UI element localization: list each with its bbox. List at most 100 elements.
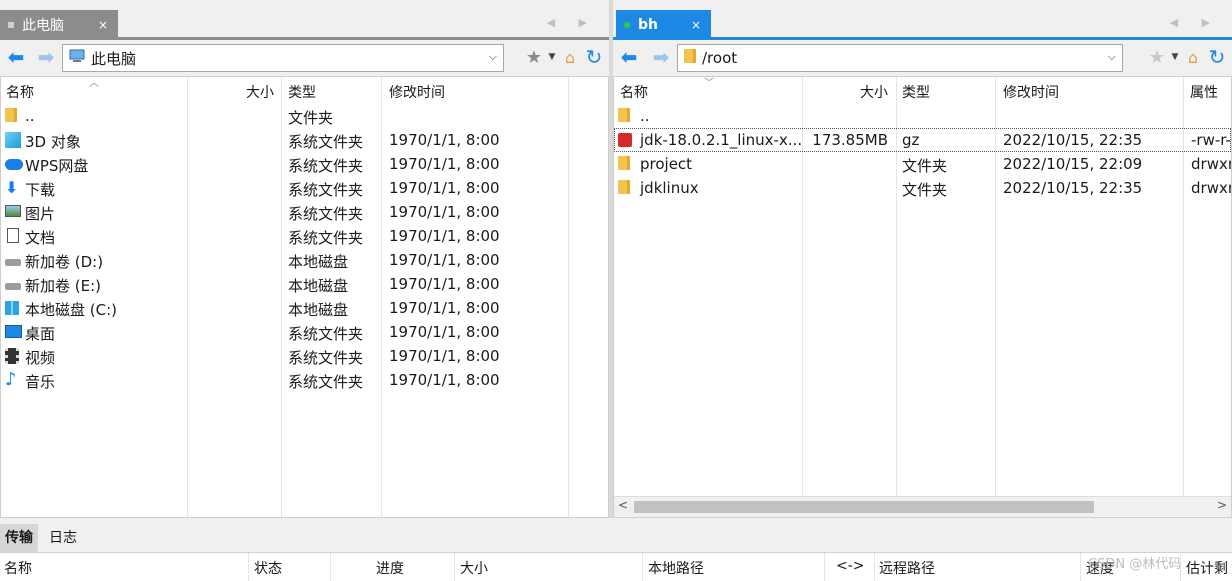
file-modified: 2022/10/15, 22:09 [1003, 155, 1143, 173]
file-name: 图片 [25, 205, 56, 223]
tab-this-pc[interactable]: 此电脑 × [0, 10, 118, 40]
left-tabbar: 此电脑 × ◀ ▶ [0, 0, 609, 40]
column-attributes[interactable]: 属性 [1190, 82, 1218, 102]
bookmark-dropdown-icon[interactable]: ▼ [547, 46, 557, 68]
file-modified: 1970/1/1, 8:00 [389, 203, 500, 221]
file-type: 文件夹 [288, 109, 334, 127]
left-file-list[interactable]: ︿ 名称 大小 类型 修改时间 .. 文件夹 3D 对象 系统文件夹 1970/1/1,… [0, 76, 609, 518]
file-row[interactable]: WPS网盘 系统文件夹 1970/1/1, 8:00 [1, 152, 608, 176]
refresh-icon[interactable]: ↻ [1206, 45, 1228, 69]
file-type: 系统文件夹 [288, 325, 364, 343]
right-tabbar: bh × ◀ ▶ [613, 0, 1232, 40]
tab-label: 此电脑 [22, 18, 64, 34]
file-name: WPS网盘 [25, 157, 89, 175]
folder-icon [684, 49, 696, 67]
file-row[interactable]: 本地磁盘 (C:) 本地磁盘 1970/1/1, 8:00 [1, 296, 608, 320]
home-folder-icon[interactable]: ⌂ [559, 46, 581, 68]
column-name[interactable]: 名称 [6, 82, 34, 102]
refresh-icon[interactable]: ↻ [583, 45, 605, 69]
address-bar[interactable]: /root ⌵ [677, 44, 1123, 72]
file-modified: 1970/1/1, 8:00 [389, 251, 500, 269]
column-divider [642, 553, 643, 581]
connected-indicator-icon [624, 22, 630, 28]
scroll-right-icon[interactable]: > [1217, 498, 1227, 512]
transfer-column-progress[interactable]: 进度 [376, 558, 404, 578]
file-row[interactable]: 新加卷 (E:) 本地磁盘 1970/1/1, 8:00 [1, 272, 608, 296]
file-row[interactable]: 3D 对象 系统文件夹 1970/1/1, 8:00 [1, 128, 608, 152]
file-row[interactable]: jdk-18.0.2.1_linux-x... 173.85MB gz 2022/10… [614, 128, 1231, 152]
file-row[interactable]: 视频 系统文件夹 1970/1/1, 8:00 [1, 344, 608, 368]
file-row[interactable]: project 文件夹 2022/10/15, 22:09 drwxr [614, 152, 1231, 176]
address-bar[interactable]: 此电脑 ⌵ [62, 44, 504, 72]
column-divider [874, 553, 875, 581]
file-row[interactable]: jdklinux 文件夹 2022/10/15, 22:35 drwxr [614, 176, 1231, 200]
file-row[interactable]: ♪ 音乐 系统文件夹 1970/1/1, 8:00 [1, 368, 608, 392]
column-modified[interactable]: 修改时间 [389, 82, 445, 102]
file-modified: 2022/10/15, 22:35 [1003, 179, 1143, 197]
column-size[interactable]: 大小 [860, 82, 888, 102]
tab-label: bh [638, 17, 658, 33]
tab-bh[interactable]: bh × [616, 10, 711, 40]
forward-arrow-icon[interactable]: ➡ [34, 45, 58, 69]
transfer-column-local-path[interactable]: 本地路径 [648, 558, 704, 578]
column-type[interactable]: 类型 [288, 82, 316, 102]
home-folder-icon[interactable]: ⌂ [1182, 46, 1204, 68]
archive-icon [618, 132, 634, 148]
scrollbar-thumb[interactable] [634, 501, 1094, 513]
back-arrow-icon[interactable]: ⬅ [4, 45, 28, 69]
right-file-list[interactable]: ﹀ 名称 大小 类型 修改时间 属性 .. jdk-18.0.2.1_linux-… [613, 76, 1232, 518]
bookmark-star-icon[interactable]: ★ [1146, 46, 1168, 68]
column-type[interactable]: 类型 [902, 82, 930, 102]
column-divider [330, 553, 331, 581]
chevron-down-icon[interactable]: ⌵ [489, 50, 497, 64]
tab-scroll-arrows-icon[interactable]: ◀ ▶ [1170, 16, 1220, 29]
column-divider [1080, 553, 1081, 581]
close-tab-icon[interactable]: × [691, 18, 701, 32]
forward-arrow-icon[interactable]: ➡ [649, 45, 673, 69]
file-row[interactable]: 桌面 系统文件夹 1970/1/1, 8:00 [1, 320, 608, 344]
transfer-column-status[interactable]: 状态 [254, 558, 282, 578]
column-modified[interactable]: 修改时间 [1003, 82, 1059, 102]
file-type: 文件夹 [902, 181, 948, 199]
file-row[interactable]: 图片 系统文件夹 1970/1/1, 8:00 [1, 200, 608, 224]
tab-transfer[interactable]: 传输 [0, 524, 38, 552]
transfer-column-remote-path[interactable]: 远程路径 [879, 558, 935, 578]
cloud-icon [5, 156, 23, 172]
file-type: 系统文件夹 [288, 133, 364, 151]
file-size: 173.85MB [812, 131, 888, 149]
right-list-header: ﹀ 名称 大小 类型 修改时间 属性 [614, 77, 1231, 103]
tab-log[interactable]: 日志 [44, 524, 82, 552]
scroll-left-icon[interactable]: < [618, 498, 628, 512]
transfer-column-eta[interactable]: 估计剩 [1186, 558, 1228, 578]
transfer-column-size[interactable]: 大小 [460, 558, 488, 578]
column-size[interactable]: 大小 [246, 82, 274, 102]
back-arrow-icon[interactable]: ⬅ [617, 45, 641, 69]
bookmark-star-icon[interactable]: ★ [523, 46, 545, 68]
download-icon: ⬇ [5, 178, 19, 197]
transfer-column-name[interactable]: 名称 [4, 558, 32, 578]
file-type: gz [902, 131, 920, 149]
folder-icon [618, 156, 634, 172]
file-attributes: -rw-r-- [1191, 131, 1232, 149]
file-name: jdk-18.0.2.1_linux-x... [640, 131, 803, 149]
address-text: /root [702, 49, 738, 67]
music-icon: ♪ [5, 369, 17, 390]
file-modified: 1970/1/1, 8:00 [389, 371, 500, 389]
bookmark-dropdown-icon[interactable]: ▼ [1170, 46, 1180, 68]
transfer-column-direction[interactable]: <-> [836, 558, 865, 574]
column-divider [248, 553, 249, 581]
horizontal-scrollbar[interactable]: < > [614, 496, 1231, 517]
column-name[interactable]: 名称 [620, 82, 648, 102]
chevron-down-icon[interactable]: ⌵ [1108, 50, 1116, 64]
file-modified: 1970/1/1, 8:00 [389, 347, 500, 365]
file-row[interactable]: 文档 系统文件夹 1970/1/1, 8:00 [1, 224, 608, 248]
file-row[interactable]: .. 文件夹 [1, 104, 608, 128]
file-type: 系统文件夹 [288, 205, 364, 223]
file-type: 本地磁盘 [288, 253, 349, 271]
file-row[interactable]: 新加卷 (D:) 本地磁盘 1970/1/1, 8:00 [1, 248, 608, 272]
file-row[interactable]: ⬇ 下载 系统文件夹 1970/1/1, 8:00 [1, 176, 608, 200]
file-name: 文档 [25, 229, 56, 247]
file-row[interactable]: .. [614, 104, 1231, 128]
close-tab-icon[interactable]: × [98, 18, 108, 32]
tab-scroll-arrows-icon[interactable]: ◀ ▶ [547, 16, 597, 29]
